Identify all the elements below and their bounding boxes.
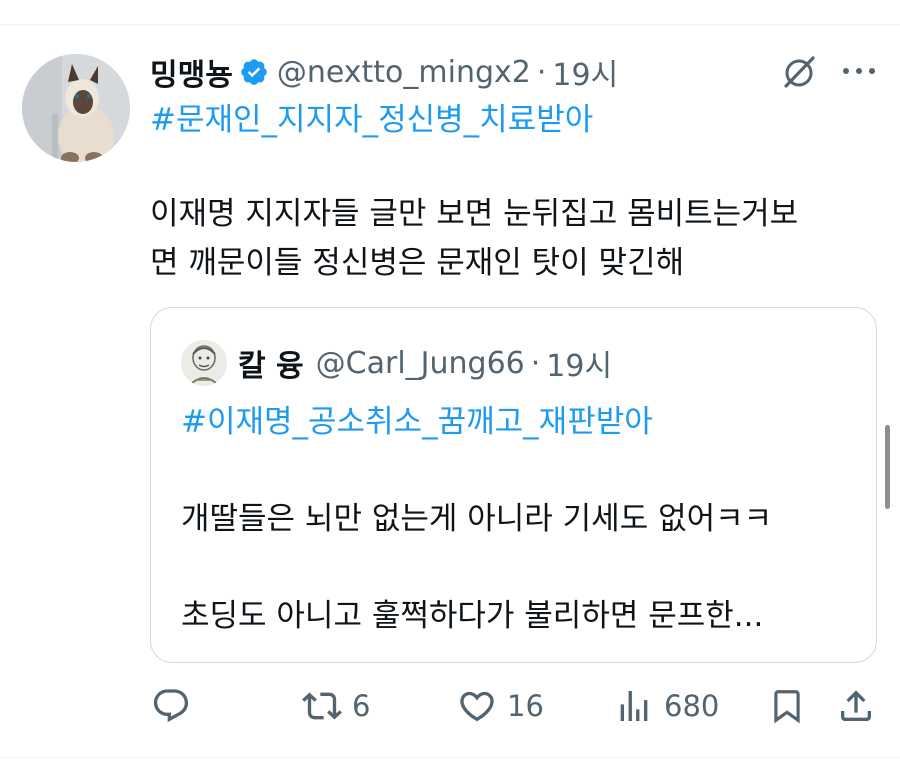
grok-icon[interactable] [780, 53, 818, 91]
like-count: 16 [507, 689, 544, 723]
author-display-name[interactable]: 밍맹뇽 [150, 50, 233, 94]
reply-button[interactable] [151, 684, 191, 728]
tweet-hashtag[interactable]: #문재인_지지자_정신병_치료받아 [150, 96, 593, 144]
reply-icon [153, 689, 189, 723]
bottom-divider [0, 757, 900, 758]
top-divider [0, 24, 900, 25]
retweet-icon [302, 692, 342, 720]
quote-text-line: 개딸들은 뇌만 없는게 아니라 기세도 없어ㅋㅋ [181, 501, 773, 537]
bookmark-button[interactable] [768, 684, 806, 728]
quote-hashtag[interactable]: #이재명_공소취소_꿈깨고_재판받아 [181, 398, 653, 446]
retweet-button[interactable]: 6 [302, 684, 370, 728]
views-count: 680 [664, 689, 720, 723]
heart-icon [460, 691, 494, 722]
views-icon [620, 691, 648, 721]
share-button[interactable] [836, 684, 876, 728]
more-icon[interactable] [840, 62, 878, 80]
tweet-header: 밍맹뇽 @nextto_mingx2 · 19시 [150, 48, 618, 96]
views-button[interactable]: 680 [614, 684, 719, 728]
cat-photo [22, 54, 130, 162]
quote-header: 칼 융 @Carl_Jung66 · 19시 [238, 340, 612, 386]
quote-text-line: 초딩도 아니고 훌쩍하다가 불리하면 문프한... [181, 598, 764, 634]
quote-author-display-name: 칼 융 [238, 349, 304, 384]
like-button[interactable]: 16 [457, 684, 544, 728]
author-handle[interactable]: @nextto_mingx2 [277, 55, 531, 90]
header-separator: · [536, 54, 547, 90]
tweet-body-line: 이재명 지지자들 글만 보면 눈뒤집고 몸비트는거보 [150, 196, 799, 232]
tweet-body: 이재명 지지자들 글만 보면 눈뒤집고 몸비트는거보 면 깨문이들 정신병은 문… [150, 190, 870, 288]
bookmark-icon [774, 690, 800, 724]
quote-author-avatar [181, 340, 227, 386]
tweet-timestamp[interactable]: 19시 [552, 50, 618, 94]
sketch-portrait-image [181, 340, 227, 386]
author-avatar[interactable] [22, 54, 130, 162]
retweet-count: 6 [352, 689, 371, 723]
scrollbar[interactable] [885, 425, 890, 509]
quote-author-handle: @Carl_Jung66 [315, 345, 525, 381]
verified-badge-icon[interactable] [239, 57, 269, 87]
quote-timestamp: 19시 [546, 349, 613, 384]
share-icon [841, 690, 871, 721]
tweet-body-line: 면 깨문이들 정신병은 문재인 탓이 맞긴해 [150, 245, 685, 281]
quote-header-separator: · [530, 345, 541, 381]
